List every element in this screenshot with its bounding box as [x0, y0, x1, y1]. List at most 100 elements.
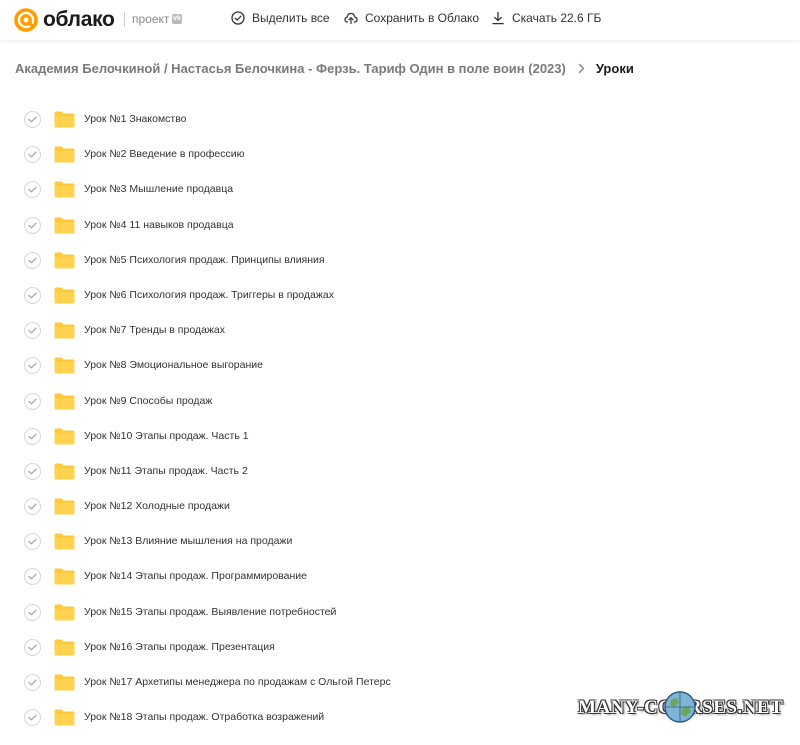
file-row[interactable]: Урок №14 Этапы продаж. Программирование [0, 559, 800, 594]
select-checkbox[interactable] [24, 427, 41, 445]
file-row[interactable]: Урок №11 Этапы продаж. Часть 2 [0, 454, 800, 489]
checkmark-icon [28, 714, 37, 721]
checkmark-icon [28, 503, 37, 510]
download-icon [492, 11, 504, 25]
file-row[interactable]: Урок №1 Знакомство [0, 102, 800, 137]
folder-icon [54, 393, 75, 409]
file-row[interactable]: Урок №15 Этапы продаж. Выявление потребн… [0, 595, 800, 630]
checkmark-icon [28, 116, 37, 123]
select-checkbox[interactable] [24, 392, 41, 410]
file-row[interactable]: Урок №16 Этапы продаж. Презентация [0, 630, 800, 665]
folder-icon [54, 533, 75, 550]
download-button[interactable]: Скачать 22.6 ГБ [491, 11, 601, 25]
file-row[interactable]: Урок №5 Психология продаж. Принципы влия… [0, 243, 800, 278]
file-name: Урок №5 Психология продаж. Принципы влия… [84, 253, 325, 266]
breadcrumb: Академия Белочкиной / Настасья Белочкина… [15, 60, 634, 76]
checkmark-icon [28, 327, 37, 334]
file-row[interactable]: Урок №12 Холодные продажи [0, 489, 800, 524]
breadcrumb-parent-link[interactable]: Академия Белочкиной / Настасья Белочкина… [15, 61, 566, 76]
select-all-button[interactable]: Выделить все [231, 11, 330, 25]
folder-icon [54, 357, 75, 374]
file-name: Урок №17 Архетипы менеджера по продажам … [84, 676, 391, 688]
checkmark-icon [28, 151, 37, 158]
logo-divider [124, 12, 125, 27]
folder-icon [54, 217, 75, 234]
file-row[interactable]: Урок №4 11 навыков продавца [0, 208, 800, 243]
select-checkbox[interactable] [24, 603, 41, 621]
select-checkbox[interactable] [24, 709, 41, 727]
select-checkbox[interactable] [24, 498, 41, 516]
file-name: Урок №16 Этапы продаж. Презентация [84, 640, 275, 653]
file-name: Урок №4 11 навыков продавца [84, 218, 234, 231]
save-to-cloud-label: Сохранить в Облако [365, 11, 480, 25]
folder-icon [54, 146, 75, 163]
select-checkbox[interactable] [24, 111, 41, 128]
file-row[interactable]: Урок №6 Психология продаж. Триггеры в пр… [0, 278, 800, 313]
select-checkbox[interactable] [24, 181, 41, 199]
select-checkbox[interactable] [24, 251, 41, 269]
select-all-label: Выделить все [252, 11, 330, 25]
checkmark-icon [28, 257, 37, 264]
file-name: Урок №9 Способы продаж [84, 394, 213, 407]
file-name: Урок №1 Знакомство [84, 113, 187, 125]
checkmark-icon [28, 398, 37, 404]
file-row[interactable]: Урок №7 Тренды в продажах [0, 313, 800, 348]
folder-icon [54, 181, 75, 198]
file-name: Урок №10 Этапы продаж. Часть 1 [84, 429, 249, 442]
at-sign-icon [14, 8, 38, 32]
file-name: Урок №2 Введение в профессию [84, 148, 245, 161]
checkmark-icon [28, 292, 37, 299]
select-checkbox[interactable] [24, 568, 41, 586]
checkmark-icon [28, 679, 37, 686]
select-checkbox[interactable] [24, 146, 41, 164]
checkmark-icon [28, 222, 37, 229]
globe-icon [664, 691, 696, 723]
checkmark-icon [28, 644, 37, 651]
select-checkbox[interactable] [24, 322, 41, 340]
logo-text: облако [43, 8, 115, 31]
file-row[interactable]: Урок №13 Влияние мышления на продажи [0, 524, 800, 559]
folder-icon [54, 639, 75, 656]
file-name: Урок №12 Холодные продажи [84, 500, 230, 513]
select-checkbox[interactable] [24, 638, 41, 656]
file-name: Урок №13 Влияние мышления на продажи [84, 535, 293, 548]
checkmark-icon [28, 186, 37, 193]
chevron-right-icon [578, 63, 585, 73]
folder-icon [54, 463, 75, 480]
file-row[interactable]: Урок №8 Эмоциональное выгорание [0, 348, 800, 383]
file-row[interactable]: Урок №9 Способы продаж [0, 384, 800, 419]
folder-icon [54, 568, 75, 585]
folder-icon [54, 287, 75, 304]
cloud-logo[interactable]: облако [13, 7, 115, 33]
folder-icon [54, 252, 75, 269]
folder-icon [54, 604, 75, 621]
project-label: проект [132, 12, 170, 26]
save-to-cloud-button[interactable]: Сохранить в Облако [344, 11, 479, 25]
file-row[interactable]: Урок №2 Введение в профессию [0, 137, 800, 172]
select-checkbox[interactable] [24, 674, 41, 691]
file-row[interactable]: Урок №10 Этапы продаж. Часть 1 [0, 419, 800, 454]
folder-icon [54, 111, 75, 128]
select-checkbox[interactable] [24, 462, 41, 480]
download-label: Скачать 22.6 ГБ [512, 11, 602, 25]
checkmark-icon [28, 468, 37, 475]
select-checkbox[interactable] [24, 357, 41, 375]
file-name: Урок №11 Этапы продаж. Часть 2 [84, 464, 248, 477]
file-list: Урок №1 Знакомство Урок №2 Введение в про… [0, 102, 800, 735]
checkmark-icon [28, 433, 37, 440]
select-checkbox[interactable] [24, 216, 41, 234]
file-row[interactable]: Урок №3 Мышление продавца [0, 172, 800, 207]
checkmark-icon [28, 538, 37, 545]
select-checkbox[interactable] [24, 286, 41, 304]
file-name: Урок №6 Психология продаж. Триггеры в пр… [84, 288, 334, 301]
check-circle-icon [231, 11, 245, 25]
file-name: Урок №15 Этапы продаж. Выявление потребн… [84, 605, 337, 618]
file-name: Урок №18 Этапы продаж. Отработка возраже… [84, 711, 325, 724]
file-name: Урок №7 Тренды в продажах [84, 324, 226, 337]
select-checkbox[interactable] [24, 533, 41, 551]
cloud-upload-icon [344, 12, 358, 25]
file-name: Урок №14 Этапы продаж. Программирование [84, 570, 307, 583]
folder-icon [54, 428, 75, 445]
checkmark-icon [28, 609, 37, 616]
file-name: Урок №3 Мышление продавца [84, 183, 234, 196]
